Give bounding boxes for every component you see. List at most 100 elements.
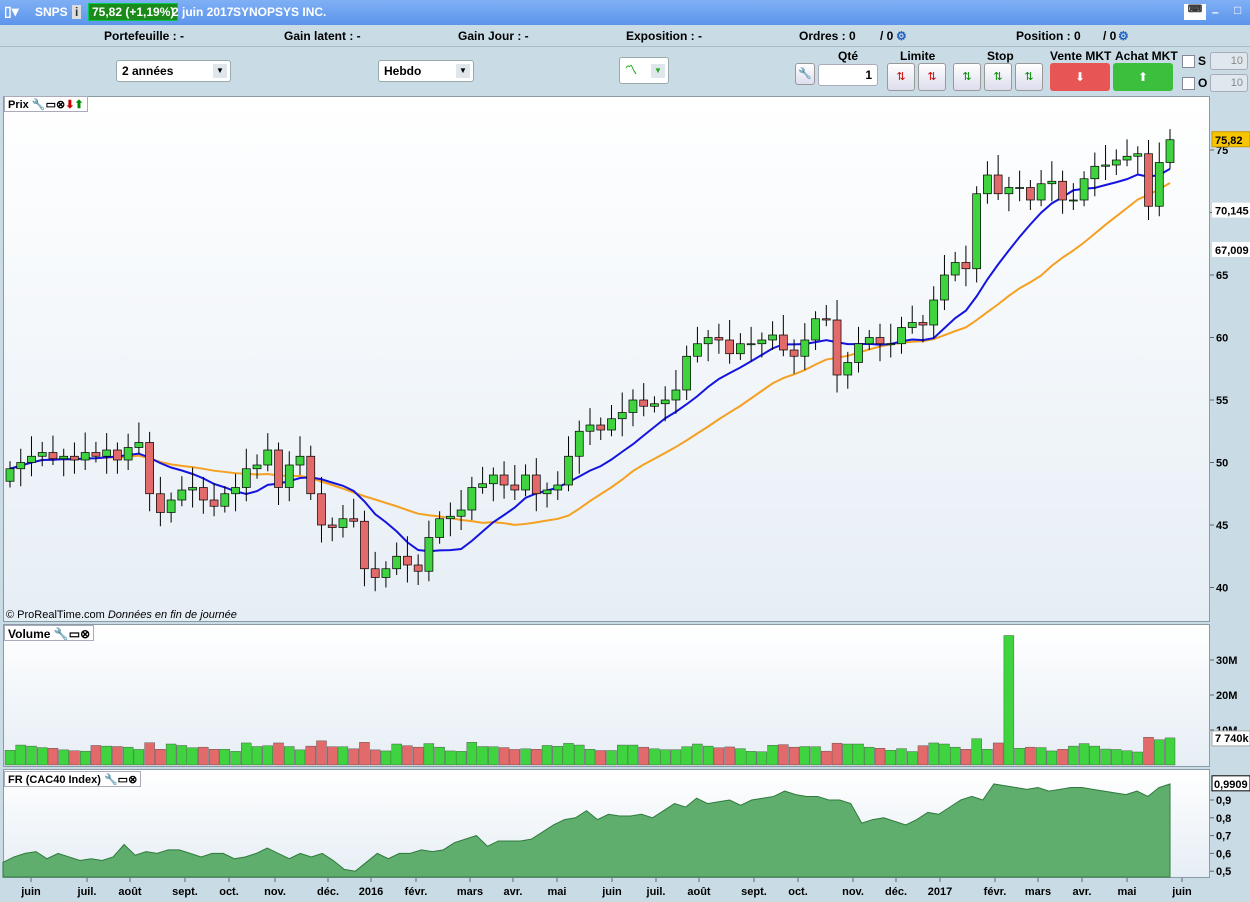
wrench-icon[interactable]: 🔧: [32, 99, 46, 111]
candle: [220, 493, 230, 507]
volume-bar: [1143, 737, 1154, 766]
volume-bar: [767, 745, 778, 766]
cac-tick-label: 0,9: [1216, 795, 1231, 807]
volume-bar: [391, 743, 402, 766]
month-label: juin: [601, 886, 622, 898]
candle: [789, 349, 799, 357]
candle: [607, 418, 616, 431]
candle: [166, 499, 176, 513]
chart-canvas[interactable]: 404550556065707575,8270,14567,00910M20M3…: [0, 0, 1250, 902]
candle: [929, 299, 939, 326]
volume-bar: [864, 746, 875, 766]
volume-bar: [4, 750, 16, 766]
close-icon[interactable]: ⊗: [80, 627, 90, 641]
volume-bar: [574, 744, 585, 766]
candle: [284, 464, 294, 488]
candle: [843, 362, 853, 376]
candle: [757, 339, 767, 345]
wrench-icon[interactable]: 🔧: [54, 627, 69, 641]
volume-bar: [1089, 745, 1101, 766]
price-tick-label: 60: [1216, 333, 1228, 345]
candle: [134, 442, 144, 448]
volume-bar: [509, 749, 521, 766]
candle: [113, 449, 122, 461]
volume-bar: [79, 750, 91, 766]
candle: [907, 322, 917, 328]
candle: [682, 355, 692, 391]
volume-bar: [638, 746, 649, 766]
window-icon[interactable]: ▭: [118, 774, 128, 786]
month-label: juil.: [77, 886, 97, 898]
volume-bar: [907, 751, 918, 766]
volume-bar: [842, 743, 853, 766]
volume-bar: [1132, 751, 1143, 766]
price-panel-title: Prix 🔧▭⊗⬇⬆: [4, 96, 88, 112]
month-label: sept.: [172, 886, 198, 898]
candle: [252, 464, 262, 470]
volume-bar: [445, 750, 456, 766]
volume-bar: [1025, 746, 1036, 766]
last-price-label: 75,82: [1215, 135, 1243, 147]
candle: [488, 474, 498, 485]
volume-bar: [692, 743, 703, 766]
candle: [338, 518, 348, 528]
candle: [574, 430, 584, 457]
cac-tick-label: 0,5: [1216, 866, 1231, 878]
wrench-icon[interactable]: 🔧: [104, 774, 118, 786]
candle: [263, 449, 273, 466]
candle: [413, 564, 423, 572]
candle: [499, 474, 509, 486]
candle: [585, 424, 595, 432]
candle: [123, 447, 133, 461]
candle: [811, 318, 820, 341]
candle: [424, 537, 434, 572]
window-icon[interactable]: ▭: [46, 99, 56, 111]
volume-bar: [359, 742, 370, 766]
move-up-icon[interactable]: ⬆: [74, 99, 83, 111]
volume-bar: [176, 745, 188, 766]
close-icon[interactable]: ⊗: [128, 774, 137, 786]
candle: [1036, 183, 1046, 201]
candle: [510, 484, 520, 491]
month-label: déc.: [885, 886, 907, 898]
close-icon[interactable]: ⊗: [56, 99, 65, 111]
candle: [1122, 155, 1132, 161]
window-icon[interactable]: ▭: [69, 627, 80, 641]
candle: [1101, 164, 1110, 167]
volume-bar: [198, 746, 209, 766]
candle: [736, 343, 745, 355]
candle: [306, 455, 316, 495]
candle: [864, 337, 874, 345]
candle: [403, 555, 412, 566]
ma-slow-line: [9, 182, 1171, 526]
volume-bar: [412, 746, 424, 766]
candle: [832, 319, 842, 376]
price-tick-label: 65: [1216, 270, 1228, 282]
volume-bar: [541, 745, 553, 766]
volume-bar: [885, 750, 896, 766]
month-label: sept.: [741, 886, 767, 898]
volume-bar: [606, 750, 617, 766]
candle: [188, 487, 197, 491]
month-label: avr.: [504, 886, 523, 898]
month-label: mars: [457, 886, 483, 898]
volume-bar: [735, 748, 746, 766]
candle: [1154, 162, 1164, 207]
volume-bar: [1035, 747, 1047, 766]
candle: [1090, 165, 1100, 180]
candle: [1165, 139, 1175, 163]
candle: [1047, 180, 1057, 185]
volume-last-label: 7 740k: [1215, 733, 1250, 745]
volume-bar: [26, 745, 37, 766]
candle: [1004, 187, 1014, 195]
candle: [198, 487, 208, 501]
volume-bar: [423, 743, 435, 766]
volume-bar: [402, 745, 413, 766]
candle: [778, 334, 788, 351]
volume-bar: [15, 744, 26, 766]
volume-bar: [284, 746, 295, 766]
volume-bar: [939, 743, 950, 766]
volume-bar: [466, 742, 478, 766]
volume-bar: [649, 748, 660, 766]
candle: [714, 337, 724, 341]
